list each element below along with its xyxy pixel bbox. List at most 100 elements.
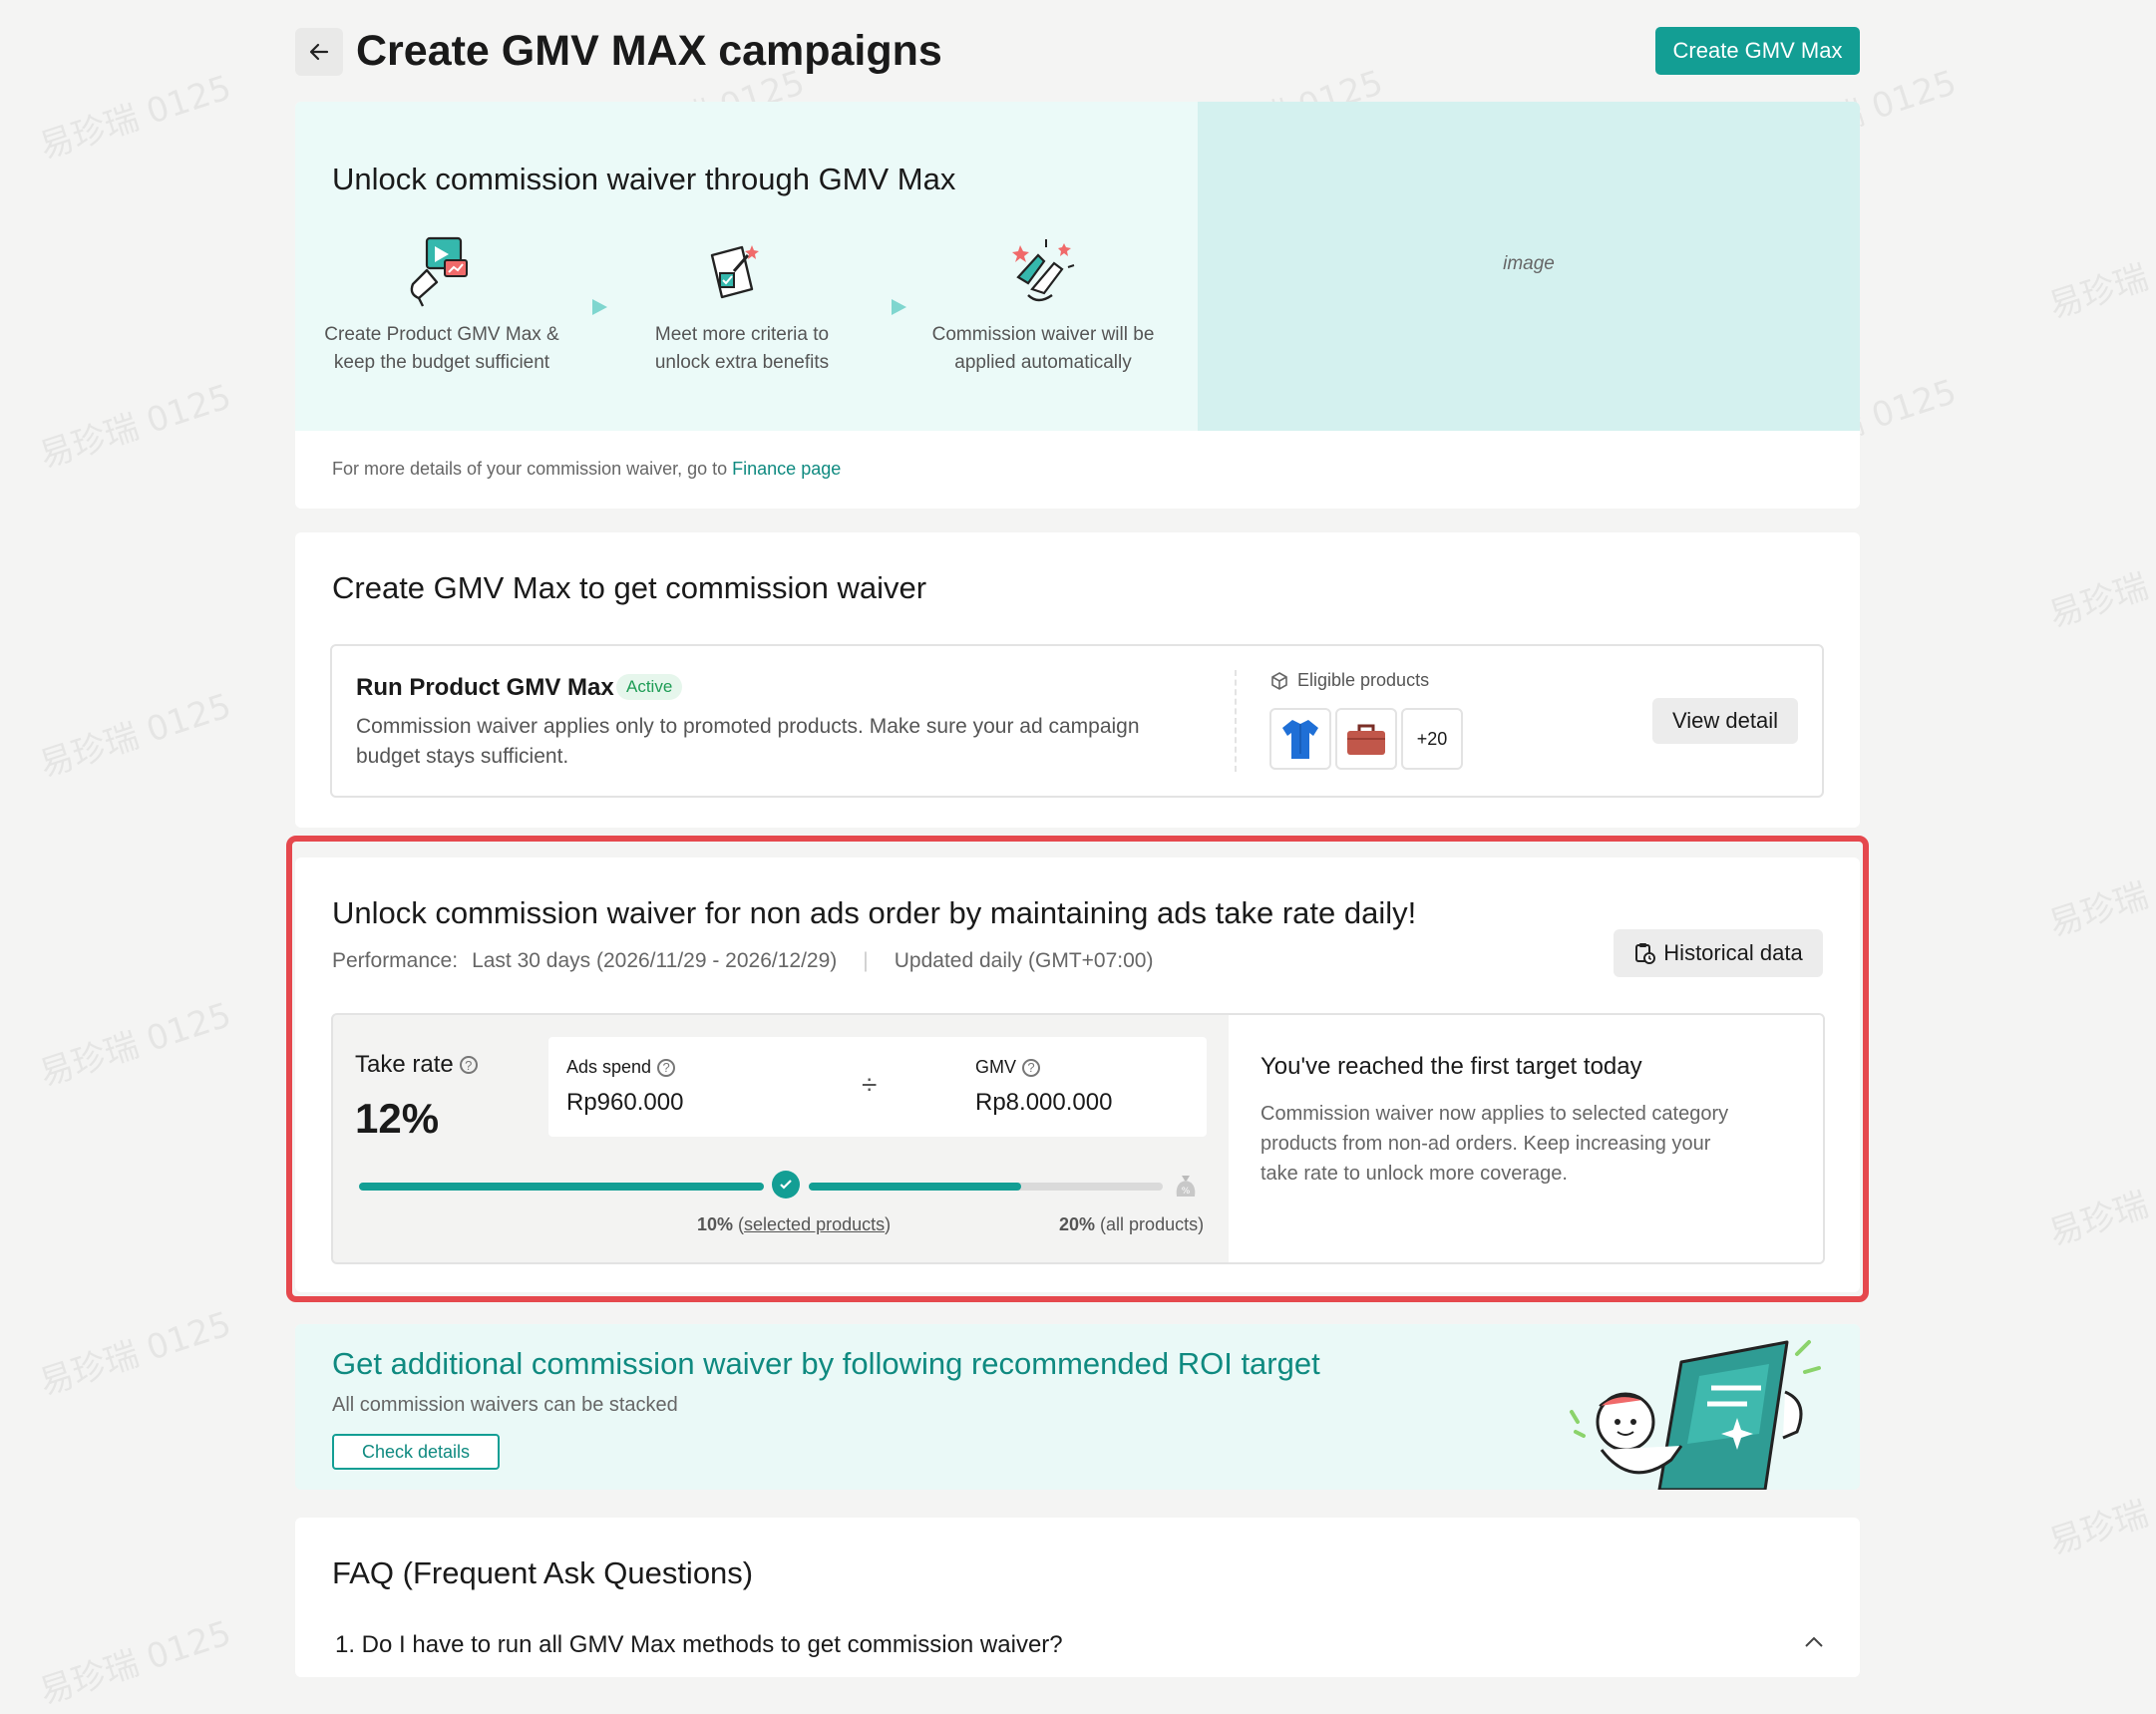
checklist-icon	[710, 245, 759, 299]
help-icon[interactable]: ?	[459, 1056, 478, 1074]
more-products-count[interactable]: +20	[1401, 708, 1463, 770]
campaign-name: Run Product GMV Max	[356, 674, 614, 701]
performance-label: Performance:	[332, 949, 459, 972]
bag-icon	[1347, 724, 1385, 755]
watermark: 易珍瑞 0125	[34, 1613, 236, 1713]
svg-text:%: %	[1182, 1187, 1191, 1197]
mascot-illustration-icon	[1570, 1340, 1821, 1490]
hero-footer: For more details of your commission waiv…	[332, 459, 841, 480]
take-rate-section-title: Unlock commission waiver for non ads ord…	[332, 895, 1417, 930]
faq-card: FAQ (Frequent Ask Questions) 1. Do I hav…	[295, 1518, 1860, 1677]
gmv-label: GMV?	[975, 1057, 1041, 1078]
chevron-up-icon[interactable]	[1803, 1635, 1825, 1649]
milestone-1-percent: 10%	[697, 1214, 734, 1234]
roi-banner-title: Get additional commission waiver by foll…	[332, 1346, 1320, 1381]
watermark: 易珍瑞 0125	[2043, 536, 2156, 636]
step-3-label: Commission waiver will be applied automa…	[918, 321, 1168, 377]
take-rate-value: 12%	[355, 1095, 440, 1142]
milestone-1-label: 10% (selected products)	[697, 1214, 892, 1234]
shirt-icon	[1282, 720, 1318, 759]
performance-row: Performance: Last 30 days (2026/11/29 - …	[332, 949, 1153, 973]
progress-fill	[809, 1183, 1021, 1191]
campaign-row: Run Product GMV Max Active Commission wa…	[330, 644, 1824, 798]
historical-data-button[interactable]: Historical data	[1614, 929, 1823, 977]
image-placeholder-label: image	[1503, 253, 1555, 274]
product-thumbnail-shirt[interactable]	[1269, 708, 1331, 770]
milestone-check-icon	[772, 1171, 800, 1199]
take-rate-label-text: Take rate	[355, 1051, 454, 1078]
eligible-products-label: Eligible products	[1269, 670, 1429, 691]
help-icon[interactable]: ?	[1022, 1058, 1041, 1077]
target-title: You've reached the first target today	[1260, 1053, 1642, 1080]
progress-segment-1	[359, 1183, 764, 1191]
watermark: 易珍瑞 0125	[2043, 846, 2156, 945]
faq-title: FAQ (Frequent Ask Questions)	[332, 1555, 754, 1590]
step-3-line-2: applied automatically	[954, 352, 1132, 373]
step-2-label: Meet more criteria to unlock extra benef…	[617, 321, 867, 377]
celebrate-hands-icon	[1012, 239, 1075, 302]
ads-spend-label-text: Ads spend	[566, 1057, 652, 1077]
step-1-label: Create Product GMV Max & keep the budget…	[317, 321, 566, 377]
create-gmv-max-button[interactable]: Create GMV Max	[1655, 27, 1860, 75]
campaign-description-line-2: budget stays sufficient.	[356, 745, 569, 768]
watermark: 易珍瑞 0125	[2043, 1155, 2156, 1254]
step-1-line-1: Create Product GMV Max &	[324, 324, 559, 345]
back-button[interactable]	[295, 28, 343, 76]
progress-segment-2	[809, 1183, 1163, 1191]
roi-banner-subtitle: All commission waivers can be stacked	[332, 1394, 678, 1416]
roi-banner: Get additional commission waiver by foll…	[295, 1324, 1860, 1490]
step-2-line-2: unlock extra benefits	[654, 352, 830, 373]
finance-page-link[interactable]: Finance page	[732, 459, 841, 479]
product-thumbnail-bag[interactable]	[1335, 708, 1397, 770]
step-3-line-1: Commission waiver will be	[931, 324, 1155, 345]
arrow-left-icon	[309, 43, 329, 61]
check-icon	[780, 1180, 792, 1190]
help-icon[interactable]: ?	[657, 1058, 676, 1077]
watermark: 易珍瑞 0125	[2043, 1464, 2156, 1563]
take-rate-label: Take rate?	[355, 1051, 478, 1079]
faq-question-1[interactable]: 1. Do I have to run all GMV Max methods …	[335, 1631, 1063, 1659]
money-bag-icon: %	[1176, 1176, 1196, 1197]
ads-spend-value: Rp960.000	[566, 1089, 684, 1116]
hero-steps-panel: Unlock commission waiver through GMV Max	[295, 102, 1198, 431]
hero-title: Unlock commission waiver through GMV Max	[332, 162, 956, 196]
page-title: Create GMV MAX campaigns	[356, 27, 942, 75]
step-2-line-1: Meet more criteria to	[654, 324, 830, 345]
megaphone-icon	[410, 236, 468, 307]
clipboard-clock-icon	[1635, 943, 1656, 964]
performance-range: Last 30 days (2026/11/29 - 2026/12/29)	[472, 949, 838, 972]
create-section-title: Create GMV Max to get commission waiver	[332, 570, 927, 605]
check-details-button[interactable]: Check details	[332, 1434, 500, 1470]
watermark: 易珍瑞 0125	[34, 68, 236, 168]
milestone-1-desc[interactable]: selected products	[744, 1214, 885, 1234]
watermark: 易珍瑞 0125	[34, 686, 236, 786]
take-rate-panel: Take rate? 12% Ads spend? Rp960.000 ÷ GM…	[331, 1013, 1825, 1264]
active-badge: Active	[616, 674, 683, 700]
watermark: 易珍瑞 0125	[34, 995, 236, 1095]
milestone-2-desc: (all products)	[1100, 1214, 1205, 1234]
play-arrow-icon	[892, 299, 906, 315]
target-description-line-3: take rate to unlock more coverage.	[1260, 1163, 1568, 1185]
milestone-2-label: 20% (all products)	[1059, 1214, 1204, 1235]
milestone-2-percent: 20%	[1059, 1214, 1096, 1234]
view-detail-button[interactable]: View detail	[1652, 698, 1798, 744]
watermark: 易珍瑞 0125	[34, 377, 236, 477]
formula-box: Ads spend? Rp960.000 ÷ GMV? Rp8.000.000	[548, 1037, 1207, 1137]
target-description-line-2: products from non-ad orders. Keep increa…	[1260, 1133, 1711, 1155]
separator: |	[863, 949, 869, 972]
finance-hint-text: For more details of your commission waiv…	[332, 459, 733, 479]
gmv-label-text: GMV	[975, 1057, 1017, 1077]
take-rate-card: Unlock commission waiver for non ads ord…	[295, 857, 1860, 1292]
hero-card: Unlock commission waiver through GMV Max	[295, 102, 1860, 509]
campaign-description-line-1: Commission waiver applies only to promot…	[356, 715, 1140, 738]
divider	[1235, 670, 1237, 772]
create-gmv-card: Create GMV Max to get commission waiver …	[295, 532, 1860, 828]
play-arrow-icon	[592, 299, 607, 315]
ads-spend-label: Ads spend?	[566, 1057, 676, 1078]
target-description: Commission waiver now applies to selecte…	[1260, 1099, 1799, 1189]
updated-daily-text: Updated daily (GMT+07:00)	[894, 949, 1154, 972]
box-icon	[1271, 671, 1287, 690]
campaign-description: Commission waiver applies only to promot…	[356, 712, 1234, 772]
gmv-value: Rp8.000.000	[975, 1089, 1113, 1116]
historical-data-label: Historical data	[1663, 940, 1803, 965]
